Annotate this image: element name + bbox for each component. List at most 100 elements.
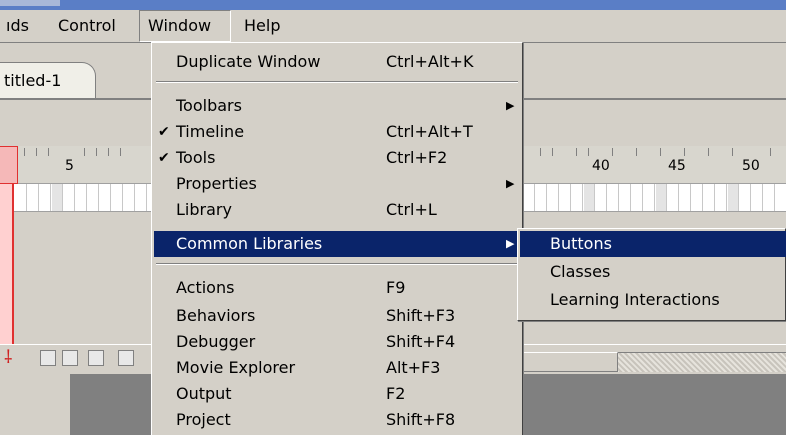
menu-window[interactable]: Window — [139, 10, 231, 42]
frame-cell[interactable] — [112, 184, 123, 211]
menu-item-duplicate-window[interactable]: Duplicate Window Ctrl+Alt+K — [154, 49, 520, 75]
menu-item-label: Debugger — [176, 332, 256, 351]
onion-skin-icon[interactable] — [40, 350, 56, 366]
menu-item-shortcut: Ctrl+Alt+T — [386, 122, 473, 141]
playhead[interactable] — [0, 146, 18, 184]
frame-cell[interactable] — [28, 184, 39, 211]
ruler-tick — [24, 148, 25, 156]
frame-cell[interactable] — [88, 184, 99, 211]
menu-item-tools[interactable]: ✔ Tools Ctrl+F2 — [154, 145, 520, 171]
frame-cell[interactable] — [16, 184, 27, 211]
menu-item-output[interactable]: Output F2 — [154, 381, 520, 407]
ruler-label: 45 — [668, 158, 686, 174]
submenu-arrow-icon: ▶ — [506, 177, 515, 190]
menu-item-toolbars[interactable]: Toolbars ▶ — [154, 93, 520, 119]
frame-cell[interactable] — [656, 184, 667, 211]
frame-cell[interactable] — [136, 184, 147, 211]
ruler-tick — [684, 148, 685, 156]
center-frame-icon[interactable]: ⸸ — [4, 349, 16, 367]
frame-cell[interactable] — [76, 184, 87, 211]
onion-skin-outlines-icon[interactable] — [62, 350, 78, 366]
document-tab-label: titled-1 — [4, 71, 62, 90]
stage-panel — [0, 374, 70, 435]
frame-cell[interactable] — [704, 184, 715, 211]
ruler-tick — [732, 148, 733, 156]
submenu-arrow-icon: ▶ — [506, 99, 515, 112]
frame-cell[interactable] — [620, 184, 631, 211]
checkmark-icon: ✔ — [158, 150, 170, 166]
menu-item-label: Common Libraries — [176, 234, 323, 253]
ruler-tick — [36, 148, 37, 156]
ruler-label: 5 — [65, 158, 74, 174]
menu-item-shortcut: Shift+F3 — [386, 306, 456, 325]
frame-cell[interactable] — [716, 184, 727, 211]
menu-item-library[interactable]: Library Ctrl+L — [154, 197, 520, 223]
ruler-tick — [96, 148, 97, 156]
menu-separator — [156, 263, 518, 265]
menu-item-common-libraries[interactable]: Common Libraries ▶ — [154, 231, 520, 257]
menu-item-label: Output — [176, 384, 232, 403]
timeline-scroll-thumb[interactable] — [518, 352, 618, 372]
menu-item-label: Timeline — [176, 122, 245, 141]
menu-item-timeline[interactable]: ✔ Timeline Ctrl+Alt+T — [154, 119, 520, 145]
document-tab[interactable]: titled-1 — [0, 62, 96, 100]
window-menu-dropdown: Duplicate Window Ctrl+Alt+K Toolbars ▶ ✔… — [151, 42, 523, 435]
submenu-item-buttons[interactable]: Buttons — [520, 231, 786, 257]
frame-cell[interactable] — [124, 184, 135, 211]
frame-cell[interactable] — [100, 184, 111, 211]
menu-item-label: Tools — [176, 148, 216, 167]
frame-cell[interactable] — [596, 184, 607, 211]
frame-cell[interactable] — [608, 184, 619, 211]
submenu-item-classes[interactable]: Classes — [520, 259, 786, 285]
frame-cell[interactable] — [728, 184, 739, 211]
frame-cell[interactable] — [524, 184, 535, 211]
frame-cell[interactable] — [668, 184, 679, 211]
ruler-tick — [636, 148, 637, 156]
frame-cell[interactable] — [764, 184, 775, 211]
frame-cell[interactable] — [560, 184, 571, 211]
frame-cell[interactable] — [692, 184, 703, 211]
frame-cell[interactable] — [548, 184, 559, 211]
menu-item-shortcut: Ctrl+F2 — [386, 148, 448, 167]
modify-onion-markers-icon[interactable] — [118, 350, 134, 366]
submenu-item-learning-interactions[interactable]: Learning Interactions — [520, 287, 786, 313]
menu-item-actions[interactable]: Actions F9 — [154, 275, 520, 301]
frame-cell[interactable] — [632, 184, 643, 211]
frame-cell[interactable] — [52, 184, 63, 211]
ruler-tick — [612, 148, 613, 156]
frame-cell[interactable] — [536, 184, 547, 211]
ruler-label: 50 — [742, 158, 760, 174]
ruler-tick — [708, 148, 709, 156]
ruler-tick — [588, 148, 589, 156]
menu-help[interactable]: Help — [236, 10, 288, 42]
menu-item-properties[interactable]: Properties ▶ — [154, 171, 520, 197]
frame-cell[interactable] — [752, 184, 763, 211]
menu-item-project[interactable]: Project Shift+F8 — [154, 407, 520, 433]
ruler-tick — [108, 148, 109, 156]
menu-commands[interactable]: ıds — [0, 10, 37, 42]
frame-cell[interactable] — [572, 184, 583, 211]
frame-cell[interactable] — [64, 184, 75, 211]
frame-cell[interactable] — [740, 184, 751, 211]
menu-item-behaviors[interactable]: Behaviors Shift+F3 — [154, 303, 520, 329]
menu-item-shortcut: Shift+F8 — [386, 410, 456, 429]
ruler-tick — [540, 148, 541, 156]
menu-item-label: Properties — [176, 174, 257, 193]
frame-cell[interactable] — [644, 184, 655, 211]
checkmark-icon: ✔ — [158, 124, 170, 140]
ruler-tick — [770, 148, 771, 156]
menu-item-shortcut: F9 — [386, 278, 406, 297]
frame-cell[interactable] — [680, 184, 691, 211]
menu-control[interactable]: Control — [50, 10, 124, 42]
menu-item-label: Movie Explorer — [176, 358, 296, 377]
menu-separator — [156, 81, 518, 83]
ruler-tick — [48, 148, 49, 156]
edit-multiple-frames-icon[interactable] — [88, 350, 104, 366]
frame-cell[interactable] — [584, 184, 595, 211]
menu-item-movie-explorer[interactable]: Movie Explorer Alt+F3 — [154, 355, 520, 381]
frame-cell[interactable] — [40, 184, 51, 211]
menu-item-shortcut: F2 — [386, 384, 406, 403]
submenu-arrow-icon: ▶ — [506, 237, 515, 250]
menu-item-shortcut: Shift+F4 — [386, 332, 456, 351]
menu-item-debugger[interactable]: Debugger Shift+F4 — [154, 329, 520, 355]
